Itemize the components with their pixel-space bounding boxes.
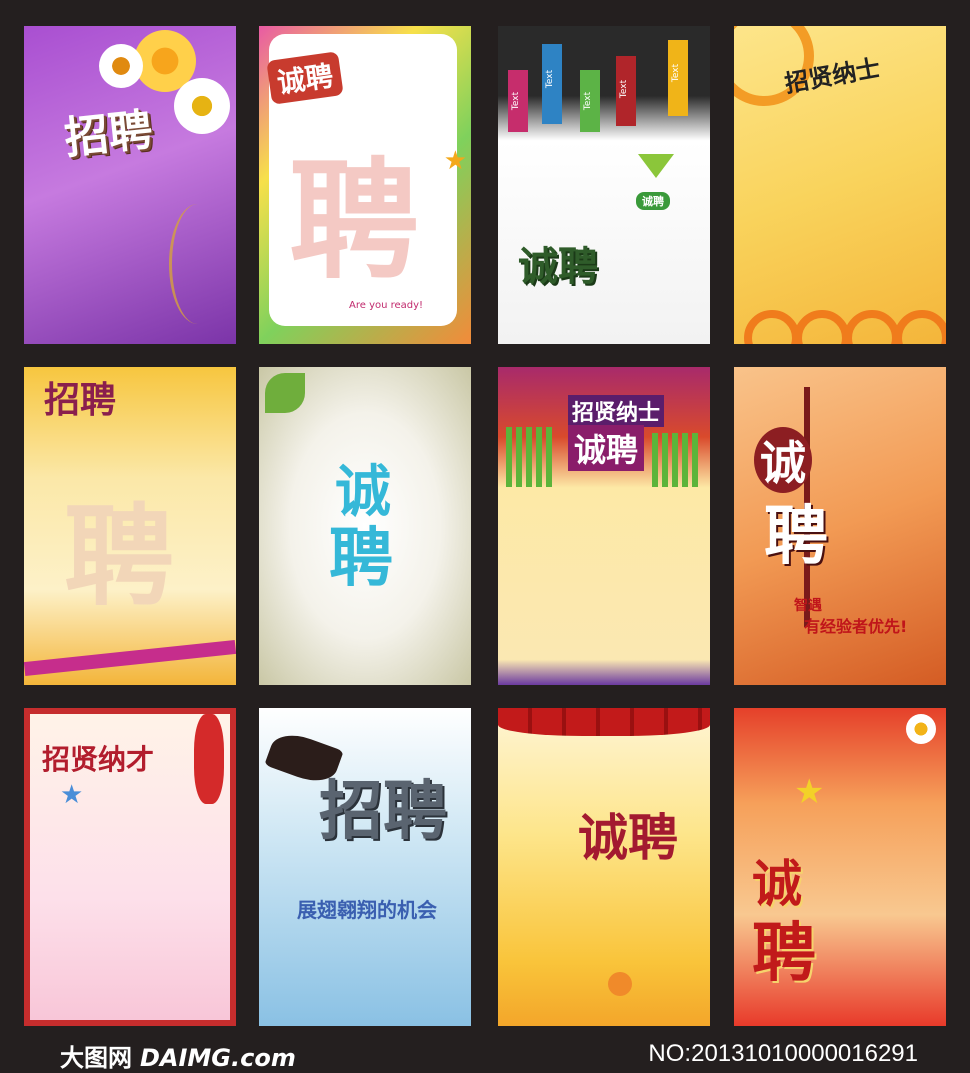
ribbon-decoration bbox=[24, 639, 236, 677]
star-icon: ★ bbox=[443, 146, 467, 176]
site-name-cn: 大图网 bbox=[60, 1044, 132, 1072]
poster-line2: 聘 bbox=[752, 917, 816, 991]
equalizer-bars bbox=[652, 433, 702, 487]
poster-top: 招贤纳士 bbox=[568, 395, 665, 427]
footer-number: NO:20131010000016291 bbox=[648, 1040, 918, 1067]
poster-headline: 招聘 bbox=[319, 775, 447, 849]
poster-badge: 诚聘 bbox=[636, 192, 670, 210]
ring-decoration bbox=[894, 310, 946, 344]
poster-4: 招贤纳士 bbox=[734, 26, 946, 344]
arrow-label: Text bbox=[511, 91, 522, 111]
poster-headline: 招聘 bbox=[44, 380, 117, 421]
ring-decoration bbox=[794, 310, 850, 344]
arrow-label: Text bbox=[619, 79, 630, 99]
poster-2: 诚聘 聘 Are you ready! ★ bbox=[259, 26, 471, 344]
poster-7: 招贤纳士 诚聘 bbox=[498, 367, 710, 685]
poster-headline: 诚聘 bbox=[518, 244, 598, 290]
poster-line1: 诚 bbox=[754, 427, 812, 493]
curtain bbox=[498, 708, 710, 736]
poster-tagline: 展翅翱翔的机会 bbox=[297, 898, 437, 922]
ring-decoration bbox=[744, 310, 800, 344]
flower-icon bbox=[906, 714, 936, 744]
footer-site: 大图网 DAIMG.com bbox=[60, 1038, 296, 1073]
star-icon: ★ bbox=[60, 780, 84, 810]
poster-slogan-b: 有经验者优先! bbox=[804, 617, 908, 636]
poster-6: 诚 聘 bbox=[259, 367, 471, 685]
poster-12: ★ 诚 聘 bbox=[734, 708, 946, 1026]
poster-10: 招聘 展翅翱翔的机会 bbox=[259, 708, 471, 1026]
arrow-label: Text bbox=[545, 69, 556, 89]
poster-5: 招聘 聘 bbox=[24, 367, 236, 685]
leaf-icon bbox=[265, 373, 305, 413]
ribbon-decoration bbox=[194, 714, 224, 804]
star-icon: ★ bbox=[794, 772, 825, 812]
poster-9: 招贤纳才 ★ bbox=[24, 708, 236, 1026]
arrow-label: Text bbox=[583, 91, 594, 111]
poster-headline: 诚聘 bbox=[568, 425, 645, 471]
poster-11: 诚聘 bbox=[498, 708, 710, 1026]
poster-headline: 招聘 bbox=[62, 104, 155, 165]
poster-slogan-a: 智遇 bbox=[794, 598, 822, 614]
ring-decoration bbox=[608, 972, 632, 996]
poster-8: 诚 聘 智遇 有经验者优先! bbox=[734, 367, 946, 685]
poster-headline: 招贤纳才 bbox=[42, 743, 155, 776]
poster-line2: 聘 bbox=[764, 500, 828, 574]
poster-slogan: Are you ready! bbox=[349, 300, 424, 311]
equalizer-bars bbox=[506, 427, 556, 487]
poster-line2: 聘 bbox=[329, 522, 393, 596]
vine-ornament bbox=[169, 204, 226, 324]
poster-big-char: 聘 bbox=[289, 145, 420, 297]
poster-1: 招聘 bbox=[24, 26, 236, 344]
down-arrow-icon bbox=[638, 154, 674, 178]
arrow-label: Text bbox=[671, 63, 682, 83]
flower-icon bbox=[99, 44, 143, 88]
poster-watermark: 聘 bbox=[64, 493, 174, 621]
site-name-en: DAIMG.com bbox=[140, 1044, 296, 1072]
poster-3: Text Text Text Text Text 诚聘 诚聘 bbox=[498, 26, 710, 344]
flower-icon bbox=[174, 78, 230, 134]
ring-decoration bbox=[844, 310, 900, 344]
poster-headline: 诚聘 bbox=[578, 809, 678, 867]
